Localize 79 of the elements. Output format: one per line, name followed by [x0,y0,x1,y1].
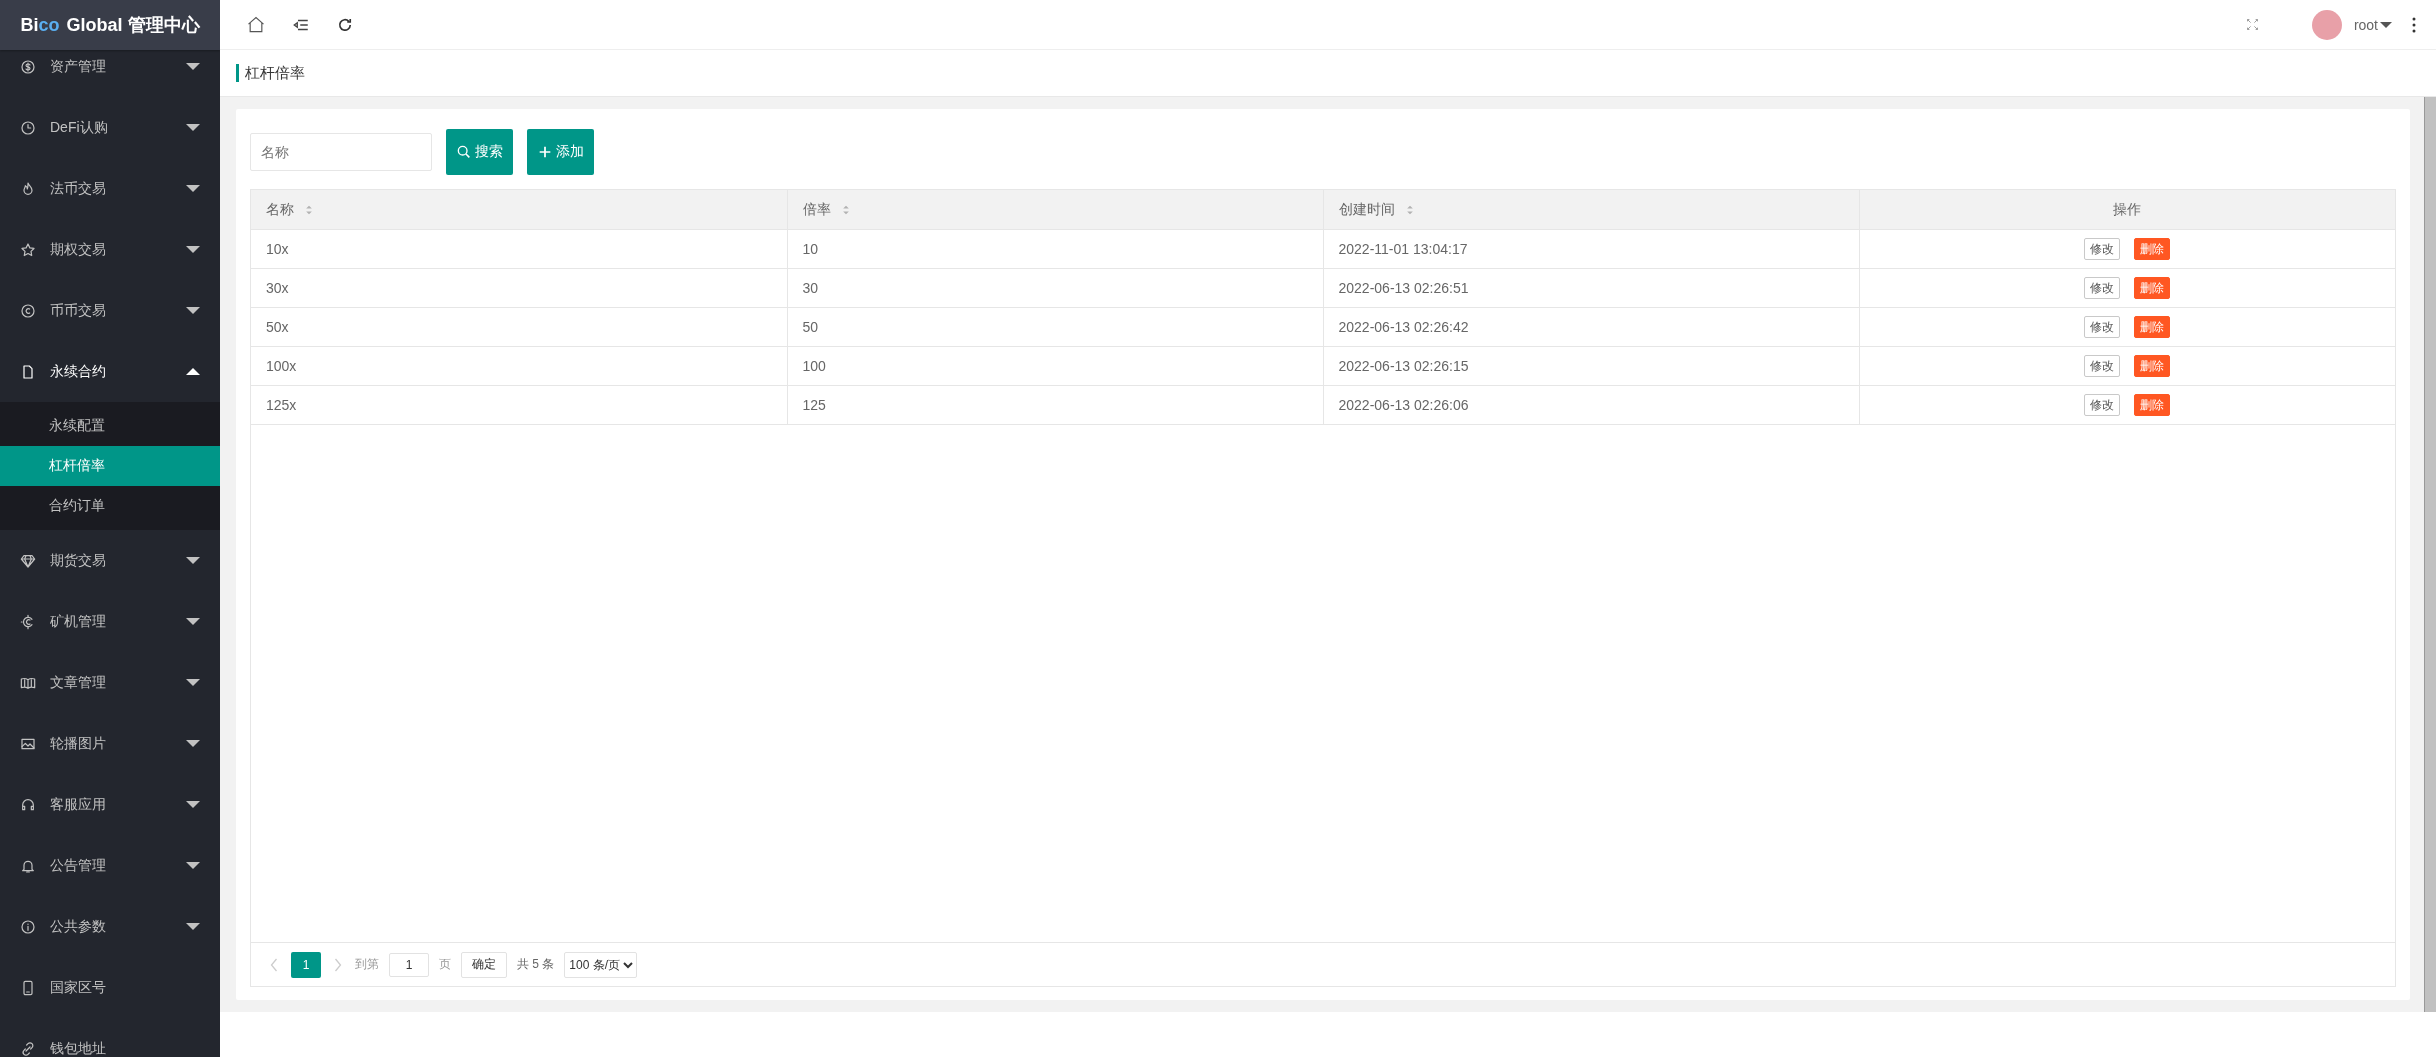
edit-button[interactable]: 修改 [2084,316,2121,338]
sidebar-item[interactable]: 法币交易 [0,158,220,219]
table-cell: 125x [266,397,297,413]
avatar[interactable] [2311,9,2342,40]
total-count: 共 5 条 [517,956,555,973]
sidebar-item[interactable]: 公共参数 [0,896,220,957]
page-size-select[interactable]: 100 条/页 [564,951,638,978]
info-icon [20,918,36,935]
edit-button[interactable]: 修改 [2084,394,2121,416]
sidebar-item[interactable]: 公告管理 [0,835,220,896]
confirm-button[interactable]: 确定 [461,951,507,978]
brand-title: Global 管理中心 [66,14,200,37]
submenu-item[interactable]: 永续配置 [0,406,220,446]
plus-icon [537,144,553,160]
edit-button[interactable]: 修改 [2084,355,2121,377]
sidebar-item[interactable]: 期权交易 [0,219,220,280]
page-input[interactable]: 1 [389,952,429,977]
edit-button[interactable]: 修改 [2084,277,2121,299]
table-cell: 2022-06-13 02:26:42 [1338,319,1469,335]
more-icon[interactable] [2412,15,2416,34]
sidebar-item[interactable]: 币币交易 [0,280,220,341]
column-header[interactable]: 倍率 [802,200,831,219]
sidebar-item[interactable]: 文章管理 [0,652,220,713]
page-title: 杠杆倍率 [236,64,305,82]
home-icon[interactable] [246,14,266,35]
submenu-item[interactable]: 合约订单 [0,486,220,526]
goto-label: 到第 [355,956,379,973]
table-cell: 2022-06-13 02:26:15 [1338,358,1469,374]
caret-icon [2380,21,2392,28]
submenu-item[interactable]: 杠杆倍率 [0,446,220,486]
headset-icon [20,796,36,813]
scrollbar[interactable] [2424,97,2436,1012]
page-button[interactable]: 1 [291,951,321,978]
clock-icon [20,119,36,136]
edit-button[interactable]: 修改 [2084,238,2121,260]
sidebar-item[interactable]: 矿机管理 [0,591,220,652]
sort-icon[interactable] [840,204,851,215]
dollar-icon [20,58,36,75]
table-cell: 100x [266,358,297,374]
flame-icon [20,180,36,197]
table-cell: 50 [802,319,819,335]
page-unit-label: 页 [439,956,451,973]
fullscreen-icon[interactable] [2244,17,2260,32]
table-cell: 2022-11-01 13:04:17 [1338,241,1468,257]
column-header[interactable]: 创建时间 [1338,200,1395,219]
sidebar-item[interactable]: DeFi认购 [0,97,220,158]
search-field[interactable]: 名称 [250,133,432,171]
table-cell: 2022-06-13 02:26:06 [1338,397,1469,413]
sidebar-item[interactable]: 永续合约 [0,341,220,402]
sort-icon[interactable] [304,204,314,215]
search-icon [456,144,472,160]
table-cell: 30x [266,280,289,296]
table-cell: 10 [802,241,819,257]
table-cell: 100 [802,358,826,374]
link-icon [20,1040,36,1057]
search-button[interactable]: 搜索 [446,129,513,175]
column-header[interactable]: 名称 [266,200,294,219]
star-icon [20,241,36,258]
document-icon [20,363,36,380]
table-cell: 125 [802,397,826,413]
table-cell: 30 [802,280,819,296]
cycle-icon [20,613,36,630]
sidebar-item[interactable]: 国家区号 [0,957,220,1018]
diamond-icon [20,552,36,569]
phone-icon [20,979,36,996]
column-header: 操作 [2113,200,2142,217]
table-cell: 10x [266,241,289,257]
brand-logo: Bico [20,14,60,36]
table-cell: 50x [266,319,289,335]
add-button[interactable]: 添加 [527,129,594,175]
user-menu[interactable]: root [2353,16,2392,33]
sidebar-item[interactable]: 客服应用 [0,774,220,835]
coin-icon [20,302,36,319]
sidebar-item[interactable]: 期货交易 [0,530,220,591]
table-cell: 2022-06-13 02:26:51 [1338,280,1469,296]
sort-icon[interactable] [1404,204,1415,215]
sidebar-item[interactable]: 钱包地址 [0,1018,220,1057]
sidebar-item[interactable]: 资产管理 [0,50,220,97]
sidebar-item[interactable]: 轮播图片 [0,713,220,774]
